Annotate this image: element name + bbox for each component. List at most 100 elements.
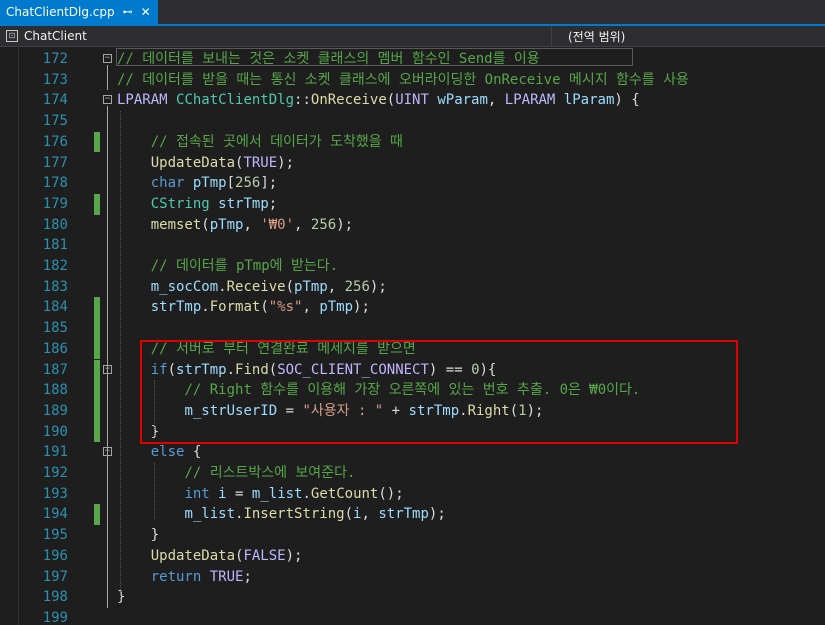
code-line[interactable]: 185 [0,318,825,339]
line-number: 173 [42,71,68,88]
code-line[interactable]: 175 [0,111,825,132]
line-number: 187 [42,361,68,378]
code-line[interactable]: 183 m_socCom.Receive(pTmp, 256); [0,277,825,298]
member-scope-dropdown[interactable]: (전역 범위) [568,26,625,46]
code-token: strTmp [150,299,202,316]
code-line[interactable]: 178 char pTmp[256]; [0,173,825,194]
code-token: ) { [614,92,640,109]
code-token: } [117,527,160,544]
code-token: , [487,92,505,109]
close-icon[interactable]: ✕ [141,5,151,19]
line-number: 192 [42,465,68,481]
line-number: 199 [42,609,68,625]
code-token: m_list [184,506,236,523]
code-text: LPARAM CChatClientDlg::OnReceive(UINT wP… [117,90,640,111]
code-token: Format [209,299,261,316]
fold-line [107,457,108,546]
member-scope-label: (전역 범위) [568,29,626,44]
code-text: } [117,587,125,608]
code-token: "%s" [268,299,303,316]
change-marker [94,318,100,339]
line-number: 185 [42,320,68,337]
code-token: , [294,216,311,233]
line-number: 198 [42,589,68,606]
code-text: strTmp.Format("%s", pTmp); [117,297,370,318]
code-token: ; [268,195,278,212]
code-token: ); [285,547,303,564]
code-line[interactable]: 192 // 리스트박스에 보여준다. [0,463,825,484]
code-text: else { [117,442,202,463]
code-line[interactable]: 182 // 데이터를 pTmp에 받는다. [0,256,825,277]
code-line[interactable]: 174 − LPARAM CChatClientDlg::OnReceive(UIN… [0,90,825,111]
code-token: GetCount [310,485,379,502]
code-text: UpdateData(FALSE); [117,546,303,567]
line-number: 175 [42,113,68,130]
code-token: m_list [251,485,303,502]
code-line[interactable]: 177 UpdateData(TRUE); [0,153,825,174]
code-token: pTmp [294,278,328,295]
line-number: 174 [42,92,68,109]
code-line[interactable]: 184 strTmp.Format("%s", pTmp); [0,297,825,319]
code-line[interactable]: 176 // 접속된 곳에서 데이터가 도착했을 때 [0,131,825,153]
collapse-icon[interactable]: − [103,54,112,63]
code-token: UpdateData [150,547,236,564]
change-marker [94,359,100,381]
code-line[interactable]: 195 } [0,525,825,546]
class-scope-dropdown[interactable]: ⊡ ChatClient [0,26,550,46]
code-line[interactable]: 194 m_list.InsertString(i, strTmp); [0,504,825,526]
code-text: // 데이터를 받을 때는 통신 소켓 클래스에 오버라이딩한 OnReceiv… [117,70,689,91]
collapse-icon[interactable]: − [103,95,112,105]
code-token: int [184,485,210,502]
fold-line [107,375,108,443]
line-number: 176 [42,133,68,150]
code-line[interactable]: 193 int i = m_list.GetCount(); [0,484,825,505]
pin-icon[interactable]: ⊷ [123,7,133,18]
fold-line [107,64,108,91]
code-token: char [150,175,185,192]
code-text: memset(pTmp, '₩0', 256); [117,215,353,236]
change-marker [94,338,100,360]
code-token: ( [260,299,269,316]
line-number: 181 [42,237,68,254]
change-marker [94,504,100,526]
code-line[interactable]: 181 [0,235,825,256]
code-line[interactable]: 173 // 데이터를 받을 때는 통신 소켓 클래스에 오버라이딩한 OnRec… [0,70,825,91]
code-token: OnReceive [310,92,387,109]
code-line[interactable]: 180 memset(pTmp, '₩0', 256); [0,215,825,236]
code-text: // 접속된 곳에서 데이터가 도착했을 때 [117,132,403,153]
code-line[interactable]: 196 UpdateData(FALSE); [0,546,825,567]
code-token: 256 [235,175,261,192]
code-text: // 데이터를 pTmp에 받는다. [117,256,338,277]
line-number: 190 [42,423,68,440]
code-token: TRUE [243,154,278,171]
code-token: { [184,444,202,461]
code-editor[interactable]: 172−// 데이터를 보내는 것은 소켓 클래스의 멤버 함수인 Send를 … [0,47,825,625]
code-text: // 리스트박스에 보여준다. [117,463,355,484]
code-token: ); [336,216,354,233]
code-token: strTmp [378,506,429,523]
code-token: return [150,568,202,585]
code-line[interactable]: 179 CString strTmp; [0,193,825,215]
code-line[interactable]: 197 return TRUE; [0,567,825,588]
line-number: 191 [42,444,68,461]
code-token: m_socCom [150,278,219,295]
code-line[interactable]: 198} [0,587,825,608]
code-token: strTmp [218,195,269,212]
file-tab[interactable]: ChatClientDlg.cpp ⊷ ✕ [0,0,158,24]
code-line[interactable]: 199 [0,608,825,625]
code-token: , [302,299,320,316]
code-line[interactable]: 191− else { [0,442,825,463]
change-marker [94,297,100,319]
code-token: . [302,485,311,502]
change-marker [94,421,100,443]
code-token: , [243,216,261,233]
